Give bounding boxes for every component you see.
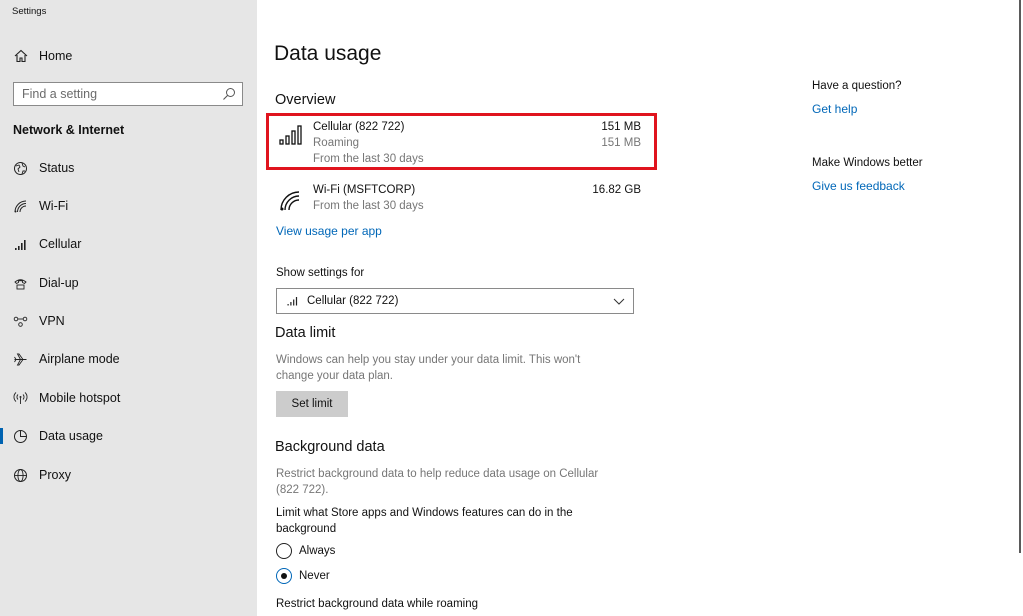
- wifi-icon: [14, 200, 27, 212]
- sidebar-item-cellular[interactable]: Cellular: [0, 229, 257, 259]
- sidebar-section-title: Network & Internet: [13, 123, 125, 137]
- give-feedback-link[interactable]: Give us feedback: [812, 179, 905, 193]
- show-settings-label: Show settings for: [276, 267, 365, 279]
- chevron-down-icon: [613, 298, 625, 305]
- overview-heading: Overview: [275, 92, 336, 108]
- cellular-signal-icon: [279, 125, 302, 145]
- sidebar-item-proxy[interactable]: Proxy: [0, 460, 257, 490]
- data-limit-heading: Data limit: [275, 325, 336, 341]
- radio-circle[interactable]: [276, 543, 292, 559]
- window-title: Settings: [12, 6, 47, 17]
- set-limit-button[interactable]: Set limit: [276, 391, 348, 417]
- sidebar-item-dialup[interactable]: Dial-up: [0, 268, 257, 298]
- dialup-icon: [14, 278, 27, 289]
- sidebar-item-label: Airplane mode: [39, 352, 120, 366]
- get-help-link[interactable]: Get help: [812, 102, 857, 116]
- airplane-icon: [14, 353, 27, 365]
- hotspot-icon: [13, 391, 28, 404]
- cellular-icon: [15, 239, 26, 250]
- cellular-amount: 151 MB: [601, 121, 641, 133]
- radio-always[interactable]: Always: [276, 543, 335, 559]
- sidebar-item-airplane-mode[interactable]: Airplane mode: [0, 344, 257, 374]
- background-data-description-line1: Restrict background data to help reduce …: [276, 468, 599, 480]
- search-input[interactable]: [14, 83, 204, 105]
- cellular-icon: [287, 297, 298, 306]
- background-data-description-line2: (822 722).: [276, 484, 329, 496]
- radio-never[interactable]: Never: [276, 568, 330, 584]
- have-a-question-heading: Have a question?: [812, 80, 902, 92]
- sidebar-item-vpn[interactable]: VPN: [0, 306, 257, 336]
- cellular-name: Cellular (822 722): [313, 121, 405, 133]
- page-title: Data usage: [274, 42, 382, 65]
- wifi-name: Wi-Fi (MSFTCORP): [313, 184, 416, 196]
- cellular-period: From the last 30 days: [313, 153, 424, 165]
- network-select[interactable]: Cellular (822 722): [276, 288, 634, 314]
- vpn-icon: [13, 316, 28, 327]
- sidebar-item-label: Cellular: [39, 237, 82, 251]
- sidebar-item-wifi[interactable]: Wi-Fi: [0, 191, 257, 221]
- sidebar-item-label: Mobile hotspot: [39, 391, 121, 405]
- search-icon[interactable]: [222, 87, 236, 101]
- cellular-roaming-amount: 151 MB: [601, 137, 641, 149]
- make-windows-better-heading: Make Windows better: [812, 157, 923, 169]
- view-usage-per-app-link[interactable]: View usage per app: [276, 224, 382, 238]
- sidebar-item-label: Dial-up: [39, 276, 79, 290]
- wifi-icon: [280, 191, 300, 211]
- data-limit-description-line1: Windows can help you stay under your dat…: [276, 354, 581, 366]
- sidebar-item-label: VPN: [39, 314, 65, 328]
- sidebar-item-data-usage[interactable]: Data usage: [0, 421, 257, 451]
- search-box[interactable]: [13, 82, 243, 106]
- data-usage-icon: [14, 429, 27, 443]
- sidebar-home-label: Home: [39, 49, 73, 63]
- cellular-roaming-status: Roaming: [313, 137, 360, 149]
- radio-label: Never: [299, 570, 330, 582]
- radio-circle[interactable]: [276, 568, 292, 584]
- globe-icon: [14, 161, 27, 175]
- home-icon: [14, 49, 28, 63]
- globe-icon: [14, 468, 27, 482]
- sidebar-item-status[interactable]: Status: [0, 153, 257, 183]
- scrollbar[interactable]: [1019, 0, 1021, 553]
- sidebar-item-mobile-hotspot[interactable]: Mobile hotspot: [0, 383, 257, 413]
- sidebar: Settings Home Network & Internet Status …: [0, 0, 257, 616]
- background-data-heading: Background data: [275, 439, 385, 455]
- radio-label: Always: [299, 545, 336, 557]
- cellular-usage-row[interactable]: Cellular (822 722) Roaming From the last…: [275, 121, 657, 167]
- main-content: Data usage Overview Cellular (822 722) R…: [257, 0, 1023, 616]
- sidebar-item-label: Data usage: [39, 429, 103, 443]
- sidebar-item-label: Wi-Fi: [39, 199, 69, 213]
- wifi-period: From the last 30 days: [313, 200, 424, 212]
- data-limit-description-line2: change your data plan.: [276, 370, 394, 382]
- limit-store-apps-label-line1: Limit what Store apps and Windows featur…: [276, 507, 573, 519]
- restrict-roaming-label: Restrict background data while roaming: [276, 598, 478, 610]
- sidebar-home[interactable]: Home: [13, 46, 72, 66]
- sidebar-item-label: Proxy: [39, 468, 71, 482]
- wifi-amount: 16.82 GB: [592, 184, 641, 196]
- sidebar-item-label: Status: [39, 161, 75, 175]
- network-select-value: Cellular (822 722): [307, 295, 399, 307]
- wifi-usage-row[interactable]: Wi-Fi (MSFTCORP) From the last 30 days 1…: [275, 184, 657, 216]
- limit-store-apps-label-line2: background: [276, 523, 337, 535]
